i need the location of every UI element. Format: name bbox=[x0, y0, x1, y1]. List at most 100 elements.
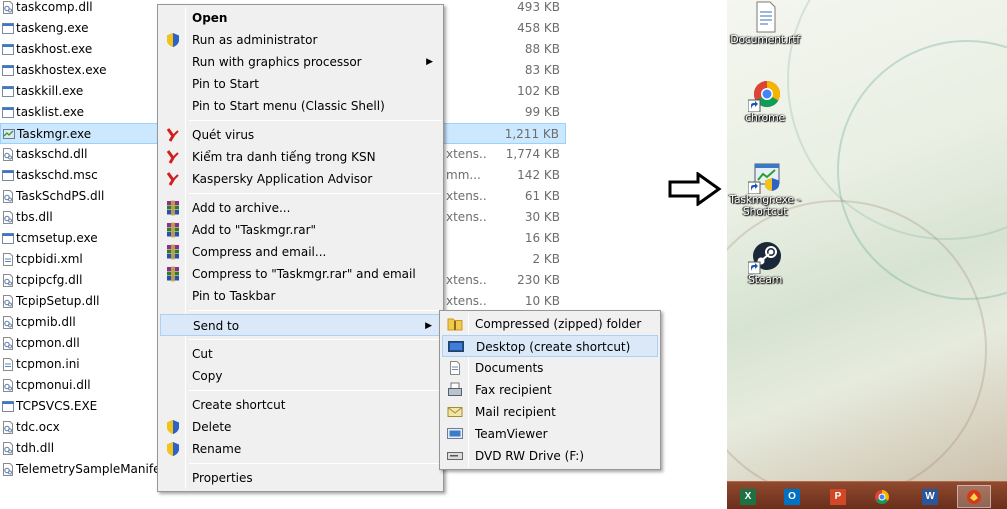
taskbar-button[interactable]: O bbox=[775, 485, 809, 508]
menu-item-label: Kaspersky Application Advisor bbox=[192, 172, 373, 186]
menu-item-rename[interactable]: Rename bbox=[160, 438, 441, 460]
file-size: 493 KB bbox=[517, 0, 560, 14]
chrome-icon bbox=[747, 78, 782, 113]
menu-item-label: Cut bbox=[192, 347, 213, 361]
menu-item-label: Mail recipient bbox=[475, 405, 556, 419]
menu-item-compress-and-email[interactable]: Compress and email... bbox=[160, 241, 441, 263]
menu-separator bbox=[189, 310, 441, 311]
chrome-taskbar-icon bbox=[874, 489, 890, 505]
taskbar-button[interactable] bbox=[865, 485, 899, 508]
desktop-icon-taskmgr-exe-shortcut[interactable]: Taskmgr.exe - Shortcut bbox=[727, 160, 803, 218]
menu-item-run-with-graphics-processor[interactable]: Run with graphics processor ▶ bbox=[160, 51, 441, 73]
file-size: 16 KB bbox=[524, 231, 560, 245]
menu-item-label: Pin to Start bbox=[192, 77, 259, 91]
menu-item-qu-t-virus[interactable]: Quét virus bbox=[160, 124, 441, 146]
desktop-icon-steam[interactable]: Steam bbox=[727, 240, 803, 286]
menu-item-create-shortcut[interactable]: Create shortcut bbox=[160, 394, 441, 416]
menu-item-add-to-archive[interactable]: Add to archive... bbox=[160, 197, 441, 219]
menu-item-label: Pin to Taskbar bbox=[192, 289, 276, 303]
taskbar-button[interactable]: P bbox=[821, 485, 855, 508]
mail-icon bbox=[447, 404, 463, 420]
menu-item-compress-to-taskmgr-rar-and-email[interactable]: Compress to "Taskmgr.rar" and email bbox=[160, 263, 441, 285]
menu-item-copy[interactable]: Copy bbox=[160, 365, 441, 387]
menu-separator bbox=[189, 390, 441, 391]
menu-item-send-to[interactable]: Send to ▶ bbox=[160, 314, 441, 336]
menu-item-delete[interactable]: Delete bbox=[160, 416, 441, 438]
file-size: 230 KB bbox=[517, 273, 560, 287]
file-name: tcpmon.ini bbox=[16, 357, 80, 371]
taskbar-button[interactable]: W bbox=[913, 485, 947, 508]
menu-item-pin-to-start[interactable]: Pin to Start bbox=[160, 73, 441, 95]
send-to-compressed-zipped-folder[interactable]: Compressed (zipped) folder bbox=[442, 313, 658, 335]
file-size: 83 KB bbox=[524, 63, 560, 77]
menu-item-label: Properties bbox=[192, 471, 253, 485]
desktop-icon-label: Taskmgr.exe - Shortcut bbox=[729, 193, 801, 218]
file-name: TelemetrySampleManifest bbox=[16, 462, 172, 476]
powerpoint-icon: P bbox=[830, 488, 846, 505]
send-to-desktop-create-shortcut[interactable]: Desktop (create shortcut) bbox=[442, 335, 658, 357]
file-size: 61 KB bbox=[524, 189, 560, 203]
taskbar: XOPW bbox=[727, 481, 1007, 509]
winrar-icon bbox=[165, 200, 181, 216]
kaspersky-icon bbox=[165, 171, 181, 187]
file-size: 102 KB bbox=[517, 84, 560, 98]
file-name: taskeng.exe bbox=[16, 21, 89, 35]
file-name: taskschd.dll bbox=[16, 147, 88, 161]
file-size: 142 KB bbox=[517, 168, 560, 182]
send-to-teamviewer[interactable]: TeamViewer bbox=[442, 423, 658, 445]
desktop-icon-document-rtf[interactable]: Document.rtf bbox=[727, 0, 803, 46]
menu-item-ki-m-tra-danh-ti-ng-trong-ksn[interactable]: Kiểm tra danh tiếng trong KSN bbox=[160, 146, 441, 168]
kaspersky-icon bbox=[165, 149, 181, 165]
steam-icon bbox=[747, 240, 782, 275]
menu-item-label: Compressed (zipped) folder bbox=[475, 317, 642, 331]
rtf-document-icon bbox=[748, 0, 782, 34]
desktop-icon-chrome[interactable]: chrome bbox=[727, 78, 803, 124]
send-to-submenu: Compressed (zipped) folder Desktop (creat… bbox=[439, 310, 661, 470]
menu-item-label: TeamViewer bbox=[475, 427, 548, 441]
menu-item-label: Kiểm tra danh tiếng trong KSN bbox=[192, 150, 376, 164]
taskbar-button[interactable] bbox=[957, 485, 991, 508]
dvd-drive-icon bbox=[447, 448, 463, 464]
menu-item-label: Send to bbox=[193, 319, 240, 333]
menu-item-label: Desktop (create shortcut) bbox=[476, 340, 631, 354]
context-menu: Open Run as administrator Run with graphic… bbox=[157, 4, 444, 492]
menu-item-run-as-administrator[interactable]: Run as administrator bbox=[160, 29, 441, 51]
send-to-documents[interactable]: Documents bbox=[442, 357, 658, 379]
file-name: taskkill.exe bbox=[16, 84, 84, 98]
file-name: tdh.dll bbox=[16, 441, 55, 455]
menu-item-properties[interactable]: Properties bbox=[160, 467, 441, 489]
excel-icon: X bbox=[740, 488, 756, 505]
send-to-mail-recipient[interactable]: Mail recipient bbox=[442, 401, 658, 423]
file-size: 2 KB bbox=[532, 252, 560, 266]
menu-item-open[interactable]: Open bbox=[160, 7, 441, 29]
winrar-icon bbox=[165, 244, 181, 260]
menu-item-label: Create shortcut bbox=[192, 398, 286, 412]
send-to-dvd-rw-drive-f[interactable]: DVD RW Drive (F:) bbox=[442, 445, 658, 467]
file-name: TCPSVCS.EXE bbox=[16, 399, 98, 413]
menu-item-pin-to-start-menu-classic-shell[interactable]: Pin to Start menu (Classic Shell) bbox=[160, 95, 441, 117]
word-icon: W bbox=[922, 488, 938, 505]
menu-item-label: Documents bbox=[475, 361, 544, 375]
uac-shield-icon bbox=[165, 32, 181, 48]
file-name: tbs.dll bbox=[16, 210, 53, 224]
menu-item-add-to-taskmgr-rar[interactable]: Add to "Taskmgr.rar" bbox=[160, 219, 441, 241]
file-name: TaskSchdPS.dll bbox=[16, 189, 105, 203]
send-to-fax-recipient[interactable]: Fax recipient bbox=[442, 379, 658, 401]
menu-item-label: Copy bbox=[192, 369, 223, 383]
file-name: taskhostex.exe bbox=[16, 63, 107, 77]
menu-item-cut[interactable]: Cut bbox=[160, 343, 441, 365]
menu-item-kaspersky-application-advisor[interactable]: Kaspersky Application Advisor bbox=[160, 168, 441, 190]
menu-item-pin-to-taskbar[interactable]: Pin to Taskbar bbox=[160, 285, 441, 307]
menu-item-label: Run as administrator bbox=[192, 33, 318, 47]
file-size: 1,211 KB bbox=[504, 127, 559, 141]
teamviewer-icon bbox=[447, 426, 463, 442]
desktop[interactable]: Document.rtf chrome Taskmgr.exe - Shortcut… bbox=[727, 0, 1007, 509]
documents-icon bbox=[447, 360, 463, 376]
file-name: tcmsetup.exe bbox=[16, 231, 98, 245]
right-arrow-icon bbox=[668, 172, 722, 206]
menu-item-label: Open bbox=[192, 11, 228, 25]
desktop-icon-label: chrome bbox=[745, 111, 785, 124]
taskbar-button[interactable]: X bbox=[731, 485, 765, 508]
file-name: tdc.ocx bbox=[16, 420, 60, 434]
file-name: TcpipSetup.dll bbox=[16, 294, 100, 308]
